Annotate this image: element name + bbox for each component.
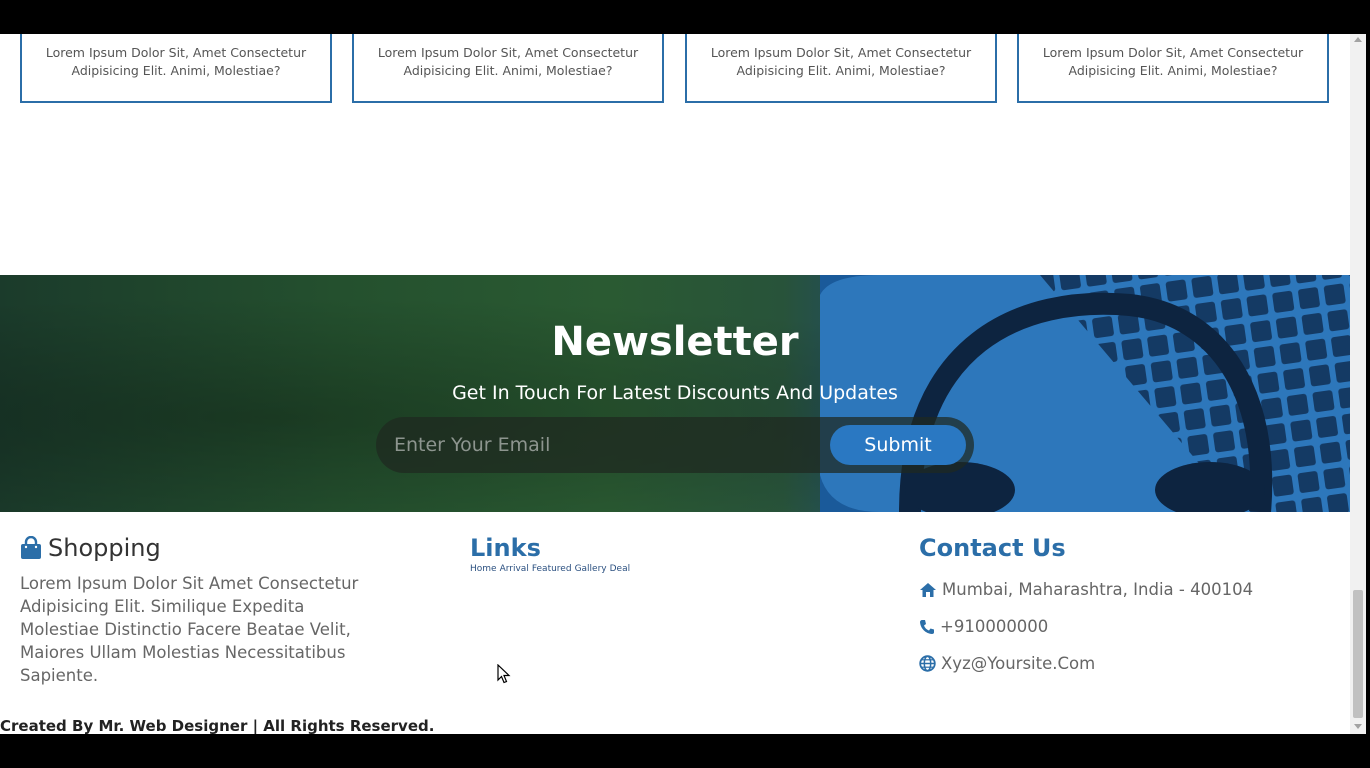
scroll-down-arrow-icon[interactable] bbox=[1354, 724, 1362, 729]
link-gallery[interactable]: Gallery bbox=[575, 564, 607, 574]
links-title: Links bbox=[470, 534, 541, 562]
contact-email: Xyz@Yoursite.Com bbox=[919, 654, 1339, 673]
footer-credit: Created By Mr. Web Designer | All Rights… bbox=[0, 717, 435, 734]
page-scrollbar[interactable] bbox=[1350, 34, 1366, 734]
submit-button[interactable]: Submit bbox=[830, 425, 966, 465]
contact-title: Contact Us bbox=[919, 534, 1066, 562]
footer: Shopping Lorem Ipsum Dolor Sit Amet Cons… bbox=[0, 512, 1350, 734]
feature-card-text: Lorem Ipsum Dolor Sit, Amet Consectetur … bbox=[710, 45, 972, 78]
footer-links: Home Arrival Featured Gallery Deal bbox=[470, 564, 890, 574]
shopping-description: Lorem Ipsum Dolor Sit Amet Consectetur A… bbox=[20, 574, 359, 685]
feature-card-text: Lorem Ipsum Dolor Sit, Amet Consectetur … bbox=[45, 45, 307, 78]
shopping-bag-icon bbox=[21, 536, 41, 559]
newsletter-form: Submit bbox=[376, 417, 974, 473]
feature-card-text: Lorem Ipsum Dolor Sit, Amet Consectetur … bbox=[1042, 45, 1304, 78]
feature-card: Lorem Ipsum Dolor Sit, Amet Consectetur … bbox=[1017, 34, 1329, 103]
shopping-title: Shopping bbox=[48, 534, 161, 562]
contact-phone: +910000000 bbox=[919, 617, 1339, 636]
link-arrival[interactable]: Arrival bbox=[500, 564, 529, 574]
email-text: Xyz@Yoursite.Com bbox=[941, 654, 1096, 673]
phone-text: +910000000 bbox=[940, 617, 1049, 636]
feature-card: Lorem Ipsum Dolor Sit, Amet Consectetur … bbox=[20, 34, 332, 103]
newsletter-subtitle: Get In Touch For Latest Discounts And Up… bbox=[452, 382, 898, 404]
globe-icon bbox=[919, 655, 936, 672]
feature-card-text: Lorem Ipsum Dolor Sit, Amet Consectetur … bbox=[377, 45, 639, 78]
shopping-heading[interactable]: Shopping bbox=[20, 534, 440, 562]
contact-address: Mumbai, Maharashtra, India - 400104 bbox=[919, 580, 1339, 599]
feature-card: Lorem Ipsum Dolor Sit, Amet Consectetur … bbox=[685, 34, 997, 103]
mouse-cursor-icon bbox=[497, 664, 511, 684]
footer-shopping-column: Shopping Lorem Ipsum Dolor Sit Amet Cons… bbox=[20, 534, 440, 687]
letterbox-bottom bbox=[0, 734, 1370, 768]
link-home[interactable]: Home bbox=[470, 564, 497, 574]
footer-links-column: Links Home Arrival Featured Gallery Deal bbox=[470, 534, 890, 574]
feature-card: Lorem Ipsum Dolor Sit, Amet Consectetur … bbox=[352, 34, 664, 103]
newsletter-title: Newsletter bbox=[551, 319, 799, 365]
link-deal[interactable]: Deal bbox=[610, 564, 630, 574]
home-icon bbox=[920, 582, 936, 597]
letterbox-top bbox=[0, 0, 1370, 34]
scrollbar-thumb[interactable] bbox=[1353, 590, 1363, 718]
page-viewport: Lorem Ipsum Dolor Sit, Amet Consectetur … bbox=[0, 34, 1350, 734]
newsletter-section: Newsletter Get In Touch For Latest Disco… bbox=[0, 275, 1350, 512]
link-featured[interactable]: Featured bbox=[532, 564, 572, 574]
address-text: Mumbai, Maharashtra, India - 400104 bbox=[942, 580, 1254, 599]
scroll-up-arrow-icon[interactable] bbox=[1354, 37, 1362, 42]
phone-icon bbox=[920, 619, 934, 634]
email-input[interactable] bbox=[394, 427, 814, 463]
footer-contact-column: Contact Us Mumbai, Maharashtra, India - … bbox=[919, 534, 1339, 673]
